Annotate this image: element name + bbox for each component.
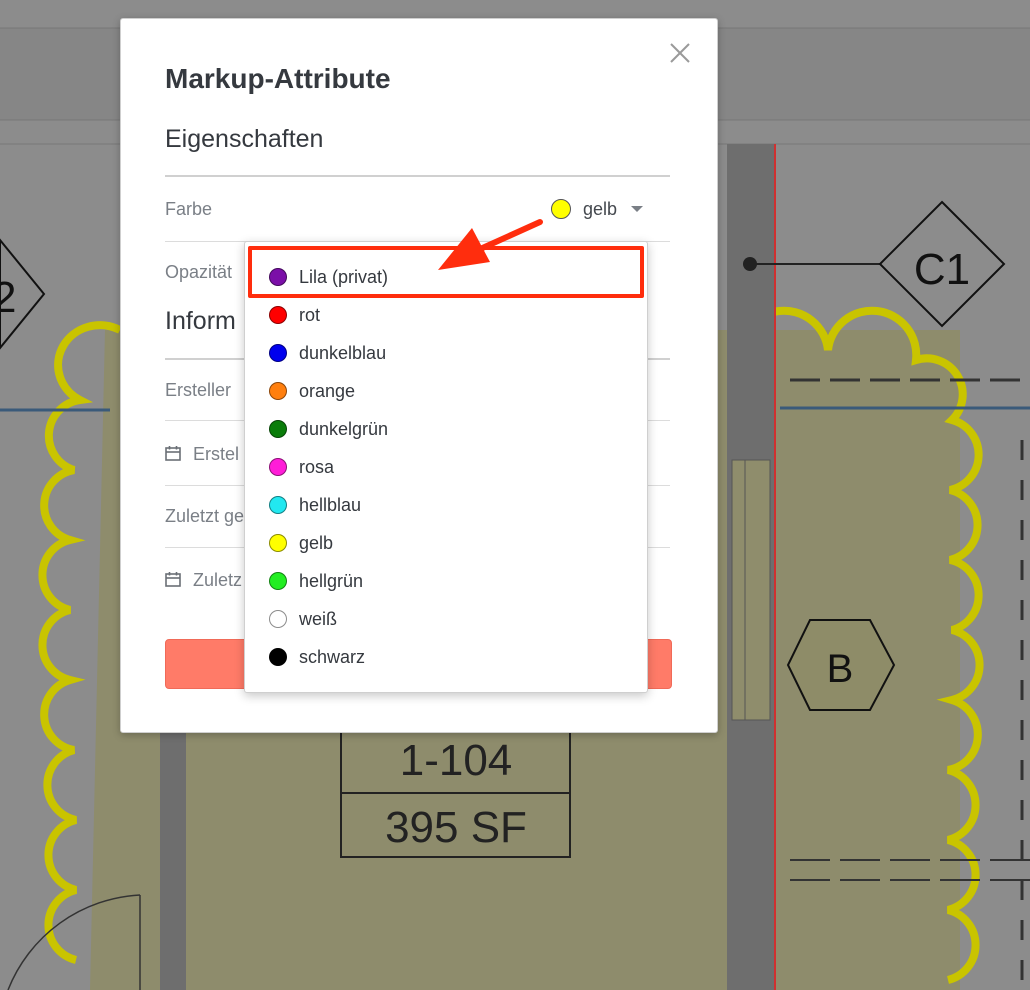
color-option[interactable]: rosa: [245, 448, 647, 486]
section-info-heading: Inform: [165, 307, 236, 335]
dialog-title: Markup-Attribute: [165, 63, 391, 94]
calendar-icon: [165, 446, 181, 461]
b-tag-label: B: [827, 647, 854, 691]
calendar-icon: [165, 572, 181, 587]
last-modified-label: Zuletz: [193, 570, 243, 590]
color-option-label: dunkelblau: [299, 342, 387, 363]
opacity-label: Opazität: [165, 262, 233, 282]
color-option[interactable]: orange: [245, 372, 647, 410]
color-option[interactable]: hellgrün: [245, 562, 647, 600]
color-option[interactable]: gelb: [245, 524, 647, 562]
color-option[interactable]: schwarz: [245, 638, 647, 676]
tag-2-label: 2: [0, 273, 16, 322]
divider: [165, 175, 670, 177]
color-swatch: [269, 610, 287, 628]
room-number: 1-104: [400, 736, 513, 785]
color-swatch: [269, 572, 287, 590]
color-swatch: [269, 420, 287, 438]
color-option[interactable]: dunkelblau: [245, 334, 647, 372]
color-label: Farbe: [165, 199, 213, 219]
color-swatch: [269, 382, 287, 400]
c1-tag-label: C1: [914, 245, 970, 294]
section-properties-heading: Eigenschaften: [165, 125, 324, 153]
color-option-label: weiß: [299, 608, 338, 629]
color-swatch: [269, 306, 287, 324]
color-swatch: [269, 534, 287, 552]
color-swatch: [269, 496, 287, 514]
color-dropdown: Lila (privat) rot dunkelblau orange dunk…: [244, 241, 648, 693]
color-option-label: hellblau: [299, 494, 362, 515]
color-option[interactable]: hellblau: [245, 486, 647, 524]
chevron-down-icon: [631, 206, 644, 212]
color-option-label: schwarz: [299, 646, 366, 667]
color-select-value: gelb: [583, 198, 618, 219]
color-swatch: [269, 344, 287, 362]
color-option-label: hellgrün: [299, 570, 364, 591]
creator-label: Ersteller: [165, 380, 232, 400]
color-option[interactable]: weiß: [245, 600, 647, 638]
color-swatch: [551, 199, 571, 219]
color-select[interactable]: gelb: [551, 197, 644, 221]
room-area: 395 SF: [385, 803, 527, 852]
color-option[interactable]: dunkelgrün: [245, 410, 647, 448]
color-swatch: [269, 648, 287, 666]
color-option-label: rosa: [299, 456, 335, 477]
created-label: Erstel: [193, 444, 240, 464]
highlight-box: [248, 246, 644, 298]
close-icon[interactable]: [668, 41, 692, 65]
last-modified-by-label: Zuletzt ge: [165, 506, 245, 526]
color-option-label: orange: [299, 380, 356, 401]
color-option-label: dunkelgrün: [299, 418, 389, 439]
color-option-label: gelb: [299, 532, 334, 553]
color-option[interactable]: rot: [245, 296, 647, 334]
color-swatch: [269, 458, 287, 476]
color-option-label: rot: [299, 304, 321, 325]
